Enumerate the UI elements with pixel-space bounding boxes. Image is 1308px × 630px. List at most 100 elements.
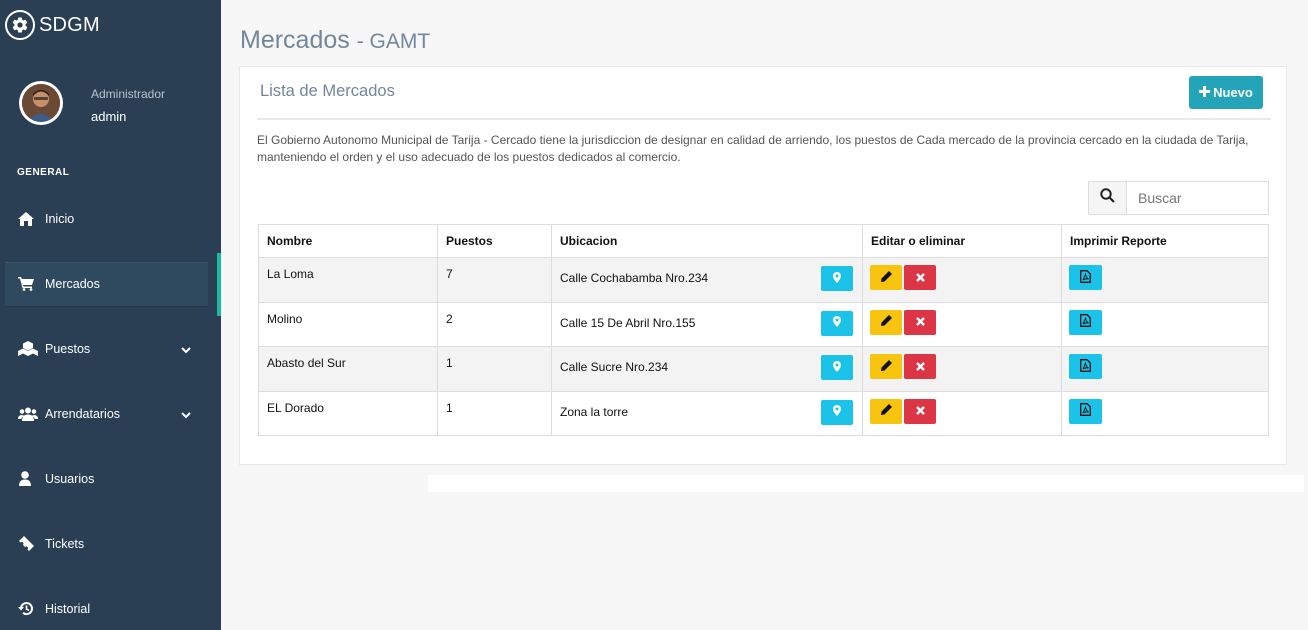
- chevron-down-icon: [181, 343, 191, 357]
- sidebar-item-puestos[interactable]: Puestos: [0, 316, 221, 381]
- sidebar-item-label: Historial: [45, 601, 91, 616]
- cell-report: [1061, 257, 1269, 303]
- column-header: Imprimir Reporte: [1061, 224, 1269, 258]
- sidebar-menu: Inicio Mercados Puestos Arrendatarios Us…: [0, 186, 221, 630]
- search-button[interactable]: [1088, 181, 1126, 215]
- menu-section-title: GENERAL: [17, 167, 70, 178]
- cubes-icon: [18, 341, 38, 356]
- panel-description: El Gobierno Autonomo Municipal de Tarija…: [257, 133, 1249, 164]
- user-icon: [18, 471, 38, 486]
- panel-title: Lista de Mercados: [260, 82, 395, 100]
- cell-puestos: 1: [437, 390, 552, 436]
- column-header: Editar o eliminar: [862, 224, 1062, 258]
- chevron-down-icon: [181, 408, 191, 422]
- cell-puestos: 2: [437, 301, 552, 347]
- sidebar-item-label: Mercados: [45, 276, 100, 291]
- edit-button[interactable]: [870, 398, 902, 424]
- new-button[interactable]: Nuevo: [1189, 76, 1263, 109]
- markets-table: Nombre Puestos Ubicacion Editar o elimin…: [258, 224, 1269, 436]
- ubicacion-text: Calle Sucre Nro.234: [560, 360, 669, 374]
- map-marker-icon: [833, 316, 841, 330]
- print-report-button[interactable]: [1069, 265, 1102, 290]
- cell-actions: [862, 346, 1062, 392]
- profile-role: Administrador: [91, 86, 166, 101]
- ticket-icon: [18, 536, 38, 551]
- pencil-icon: [880, 404, 892, 418]
- table-row: La Loma 7 Calle Cochabamba Nro.234: [258, 257, 1269, 303]
- cell-puestos: 7: [437, 257, 552, 303]
- print-report-button[interactable]: [1069, 398, 1102, 424]
- page-title: Mercados - GAMT: [240, 26, 430, 55]
- location-button[interactable]: [821, 399, 853, 425]
- sidebar-item-label: Arrendatarios: [45, 406, 121, 421]
- ubicacion-text: Zona la torre: [560, 404, 629, 419]
- new-button-label: Nuevo: [1213, 85, 1253, 100]
- markets-panel: Lista de Mercados Nuevo El Gobierno Auto…: [239, 66, 1287, 465]
- brand-title: SDGM: [39, 13, 100, 36]
- column-header: Ubicacion: [551, 224, 863, 258]
- brand[interactable]: SDGM: [5, 9, 100, 41]
- cell-ubicacion: Calle Cochabamba Nro.234: [551, 257, 863, 303]
- search-group: [1088, 181, 1269, 215]
- table-row: Abasto del Sur 1 Calle Sucre Nro.234: [258, 346, 1269, 392]
- search-icon: [1100, 188, 1115, 208]
- column-header: Nombre: [258, 224, 438, 258]
- delete-button[interactable]: [904, 309, 936, 335]
- sidebar-item-historial[interactable]: Historial: [0, 576, 221, 630]
- sidebar-item-mercados[interactable]: Mercados: [0, 251, 221, 316]
- cell-report: [1061, 301, 1269, 347]
- pencil-icon: [880, 315, 892, 329]
- edit-button[interactable]: [870, 309, 902, 335]
- map-marker-icon: [833, 271, 841, 286]
- page-title-main: Mercados: [240, 26, 350, 54]
- gear-icon: [5, 10, 35, 40]
- cell-nombre: La Loma: [258, 257, 438, 303]
- pdf-file-icon: [1080, 403, 1091, 419]
- sidebar-item-inicio[interactable]: Inicio: [0, 186, 221, 251]
- cell-nombre: Abasto del Sur: [258, 346, 438, 392]
- cell-ubicacion: Zona la torre: [551, 390, 863, 436]
- sidebar-item-label: Inicio: [45, 211, 75, 226]
- column-header: Puestos: [437, 224, 552, 258]
- plus-icon: [1199, 84, 1211, 101]
- location-button[interactable]: [821, 355, 853, 380]
- map-marker-icon: [833, 405, 841, 419]
- location-button[interactable]: [821, 310, 853, 336]
- cell-puestos: 1: [437, 346, 552, 392]
- avatar: [19, 81, 63, 125]
- edit-button[interactable]: [870, 265, 902, 290]
- cell-ubicacion: Calle Sucre Nro.234: [551, 346, 863, 392]
- ubicacion-text: Calle 15 De Abril Nro.155: [560, 315, 696, 330]
- sidebar-item-label: Tickets: [45, 536, 85, 551]
- cell-ubicacion: Calle 15 De Abril Nro.155: [551, 301, 863, 347]
- pdf-file-icon: [1080, 269, 1091, 286]
- delete-button[interactable]: [904, 265, 936, 290]
- sidebar-item-label: Usuarios: [45, 471, 95, 486]
- location-button[interactable]: [821, 266, 853, 291]
- edit-button[interactable]: [870, 354, 902, 379]
- sidebar-item-usuarios[interactable]: Usuarios: [0, 446, 221, 511]
- close-icon: [915, 271, 925, 285]
- print-report-button[interactable]: [1069, 309, 1102, 335]
- pencil-icon: [880, 359, 892, 374]
- map-marker-icon: [833, 360, 841, 375]
- delete-button[interactable]: [904, 354, 936, 379]
- cell-nombre: Molino: [258, 301, 438, 347]
- pdf-file-icon: [1080, 358, 1091, 375]
- ubicacion-text: Calle Cochabamba Nro.234: [560, 271, 709, 285]
- print-report-button[interactable]: [1069, 354, 1102, 379]
- footer-strip: [428, 475, 1304, 492]
- users-icon: [18, 407, 38, 421]
- cart-icon: [18, 276, 38, 291]
- cell-report: [1061, 390, 1269, 436]
- sidebar-item-tickets[interactable]: Tickets: [0, 511, 221, 576]
- delete-button[interactable]: [904, 398, 936, 424]
- close-icon: [915, 315, 925, 329]
- sidebar: SDGM Administrador admin GENERAL Inicio …: [0, 0, 221, 630]
- home-icon: [18, 211, 38, 226]
- search-input[interactable]: [1126, 181, 1269, 215]
- close-icon: [915, 360, 925, 374]
- sidebar-item-arrendatarios[interactable]: Arrendatarios: [0, 381, 221, 446]
- profile-username: admin: [91, 108, 127, 124]
- close-icon: [915, 404, 925, 418]
